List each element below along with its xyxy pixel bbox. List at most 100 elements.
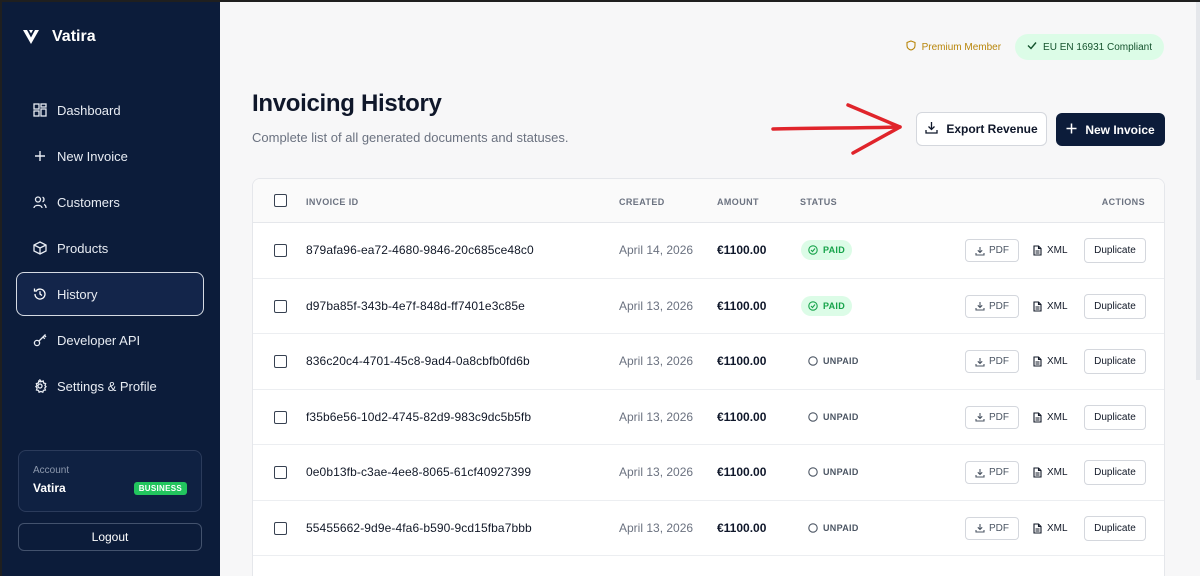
invoice-amount: €1100.00 — [717, 520, 767, 535]
new-invoice-button[interactable]: New Invoice — [1056, 113, 1165, 146]
duplicate-button[interactable]: Duplicate — [1084, 404, 1146, 430]
account-name: Vatira — [33, 481, 66, 495]
duplicate-button[interactable]: Duplicate — [1084, 515, 1146, 541]
logout-button[interactable]: Logout — [18, 523, 202, 551]
table-row[interactable]: 0e0b13fb-c3ae-4ee8-8065-61cf40927399 Apr… — [253, 445, 1164, 501]
duplicate-button[interactable]: Duplicate — [1084, 460, 1146, 485]
file-icon — [1033, 411, 1042, 423]
row-checkbox[interactable] — [274, 355, 287, 368]
download-icon — [975, 246, 985, 256]
sidebar-item-history[interactable]: History — [16, 272, 204, 316]
dashboard-grid-icon — [33, 103, 47, 117]
file-icon — [1033, 245, 1042, 256]
check-icon — [1027, 41, 1037, 53]
row-checkbox[interactable] — [274, 244, 287, 257]
circle-icon — [808, 411, 818, 422]
table-row[interactable]: 879afa96-ea72-4680-9846-20c685ce48c0 Apr… — [253, 223, 1164, 279]
row-checkbox[interactable] — [274, 521, 287, 535]
duplicate-button[interactable]: Duplicate — [1084, 238, 1146, 263]
sidebar-item-developer-api[interactable]: Developer API — [16, 318, 204, 362]
sidebar-item-label: History — [57, 286, 98, 302]
invoice-amount: €1100.00 — [717, 409, 767, 424]
sidebar-item-new-invoice[interactable]: New Invoice — [16, 134, 204, 178]
column-header-amount[interactable]: AMOUNT — [717, 197, 759, 207]
download-xml-button[interactable]: XML — [1033, 517, 1068, 540]
shield-icon — [906, 40, 916, 54]
download-icon — [975, 468, 985, 478]
created-date: April 13, 2026 — [619, 409, 694, 424]
invoice-id: 0e0b13fb-c3ae-4ee8-8065-61cf40927399 — [306, 465, 532, 479]
check-circle-icon — [808, 300, 818, 311]
page-title: Invoicing History — [252, 90, 442, 117]
sidebar-item-label: Developer API — [57, 332, 141, 348]
column-header-invoice-id[interactable]: INVOICE ID — [306, 197, 359, 207]
plan-badge: BUSINESS — [133, 481, 187, 495]
brand[interactable]: Vatira — [22, 28, 96, 46]
export-revenue-button[interactable]: Export Revenue — [916, 112, 1047, 146]
download-icon — [975, 413, 985, 422]
download-pdf-button[interactable]: PDF — [965, 294, 1019, 318]
file-icon — [1033, 522, 1042, 534]
sidebar-nav: Dashboard New Invoice Customers Products… — [16, 88, 204, 410]
download-xml-button[interactable]: XML — [1033, 350, 1068, 373]
invoice-amount: €1100.00 — [717, 354, 767, 368]
status-badge: PAID — [801, 295, 853, 316]
annotation-arrow-icon — [771, 103, 902, 155]
invoice-id: 836c20c4-4701-45c8-9ad4-0a8cbfb0fd6b — [306, 354, 530, 368]
vatira-logo-icon — [22, 29, 40, 45]
download-xml-button[interactable]: XML — [1033, 461, 1068, 484]
download-xml-button[interactable]: XML — [1033, 295, 1068, 318]
table-row[interactable]: d97ba85f-343b-4e7f-848d-ff7401e3c85e Apr… — [253, 279, 1164, 334]
sidebar-item-dashboard[interactable]: Dashboard — [16, 88, 204, 132]
download-icon — [925, 121, 938, 137]
row-checkbox[interactable] — [274, 299, 287, 313]
select-all-checkbox[interactable] — [274, 194, 287, 207]
download-pdf-button[interactable]: PDF — [965, 405, 1019, 429]
users-icon — [33, 195, 47, 209]
duplicate-button[interactable]: Duplicate — [1084, 349, 1146, 374]
window-frame-left — [0, 0, 2, 576]
sidebar-item-products[interactable]: Products — [16, 226, 204, 270]
key-icon — [33, 333, 47, 347]
table-row[interactable]: 836c20c4-4701-45c8-9ad4-0a8cbfb0fd6b Apr… — [253, 334, 1164, 390]
row-checkbox[interactable] — [274, 466, 287, 479]
table-row[interactable]: 55455662-9d9e-4fa6-b590-9cd15fba7bbb Apr… — [253, 501, 1164, 556]
sidebar-item-customers[interactable]: Customers — [16, 180, 204, 224]
table-header: INVOICE ID CREATED AMOUNT STATUS ACTIONS — [253, 179, 1164, 223]
download-pdf-button[interactable]: PDF — [965, 239, 1019, 262]
download-pdf-button[interactable]: PDF — [965, 350, 1019, 373]
account-card[interactable]: Account Vatira BUSINESS — [18, 450, 202, 512]
download-xml-button[interactable]: XML — [1033, 239, 1068, 262]
table-row[interactable]: f35b6e56-10d2-4745-82d9-983c9dc5b5fb Apr… — [253, 390, 1164, 445]
plus-icon — [33, 149, 47, 163]
column-header-status[interactable]: STATUS — [800, 197, 837, 207]
status-badge: UNPAID — [801, 462, 866, 482]
top-badges: Premium Member EU EN 16931 Compliant — [902, 34, 1164, 60]
created-date: April 13, 2026 — [619, 354, 694, 368]
gear-icon — [33, 379, 47, 393]
page-scrollbar[interactable] — [1196, 0, 1200, 380]
page-subtitle: Complete list of all generated documents… — [252, 130, 569, 145]
check-circle-icon — [808, 245, 818, 255]
duplicate-button[interactable]: Duplicate — [1084, 293, 1146, 319]
column-header-created[interactable]: CREATED — [619, 197, 665, 207]
download-pdf-button[interactable]: PDF — [965, 516, 1019, 540]
file-icon — [1033, 300, 1042, 312]
status-badge: UNPAID — [801, 351, 866, 371]
invoice-id: 55455662-9d9e-4fa6-b590-9cd15fba7bbb — [306, 520, 532, 535]
download-xml-button[interactable]: XML — [1033, 406, 1068, 429]
status-badge: UNPAID — [801, 518, 866, 538]
row-checkbox[interactable] — [274, 410, 287, 424]
account-label: Account — [33, 465, 70, 476]
column-header-actions: ACTIONS — [1101, 197, 1145, 207]
sidebar-item-label: Products — [57, 240, 109, 256]
created-date: April 13, 2026 — [619, 520, 694, 535]
premium-member-badge: Premium Member — [902, 40, 1005, 54]
download-pdf-button[interactable]: PDF — [965, 461, 1019, 484]
circle-icon — [808, 356, 818, 366]
file-icon — [1033, 467, 1042, 478]
circle-icon — [808, 467, 818, 477]
circle-icon — [808, 522, 818, 533]
sidebar-item-settings[interactable]: Settings & Profile — [16, 364, 204, 408]
compliance-badge: EU EN 16931 Compliant — [1015, 34, 1164, 60]
